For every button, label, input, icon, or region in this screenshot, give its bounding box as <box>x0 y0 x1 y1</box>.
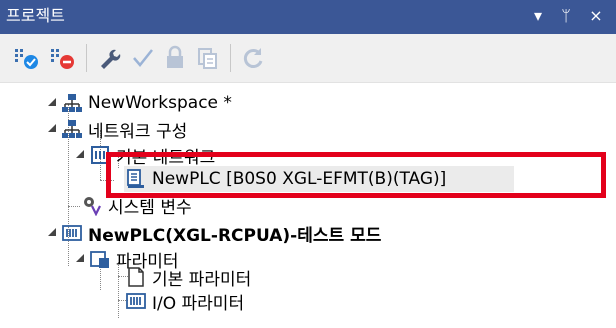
tree-item-label: 네트워크 구성 <box>88 121 188 142</box>
copy-icon[interactable] <box>190 42 224 74</box>
check-icon[interactable] <box>126 42 160 74</box>
collapse-icon[interactable] <box>46 122 58 134</box>
collapse-icon[interactable] <box>46 226 58 238</box>
tree-item-label: 시스템 변수 <box>108 197 192 218</box>
plc-module-icon <box>124 168 148 190</box>
tree-item-io-parameters[interactable]: I/O 파라미터 <box>124 288 244 314</box>
toolbar-separator <box>230 44 231 72</box>
pin-icon[interactable]: ᛘ <box>556 5 576 27</box>
chevron-down-icon[interactable]: ▾ <box>528 5 548 27</box>
tree-item-basic-network[interactable]: 기본 네트워크 <box>88 142 215 168</box>
tree-item-basic-parameters[interactable]: 기본 파라미터 <box>124 264 251 290</box>
tree-item-label: 기본 파라미터 <box>152 269 252 290</box>
tree-item-label: 기본 네트워크 <box>116 147 216 168</box>
close-icon[interactable]: × <box>586 5 606 27</box>
disconnect-icon[interactable] <box>46 42 80 74</box>
io-module-icon <box>124 290 148 312</box>
tree-item-label: NewPLC [B0S0 XGL-EFMT(B)(TAG)] <box>152 169 447 189</box>
network-icon <box>60 118 84 140</box>
tree-item-workspace[interactable]: NewWorkspace * <box>60 90 232 116</box>
project-tree: NewWorkspace * 네트워크 구성 기본 네트워크 NewPLC [B… <box>0 82 616 328</box>
collapse-icon[interactable] <box>74 252 86 264</box>
tree-guide <box>68 206 80 207</box>
wrench-icon[interactable] <box>92 42 126 74</box>
tree-item-system-variables[interactable]: 시스템 변수 <box>80 192 192 218</box>
toolbar-separator <box>86 44 87 72</box>
network-icon <box>60 92 84 114</box>
variables-icon <box>80 194 104 216</box>
collapse-icon[interactable] <box>46 96 58 108</box>
collapse-icon[interactable] <box>74 148 86 160</box>
tree-item-label: NewWorkspace * <box>88 93 232 113</box>
tree-guide <box>100 180 114 181</box>
refresh-icon[interactable] <box>236 42 270 74</box>
tree-item-label: I/O 파라미터 <box>152 293 245 314</box>
document-icon <box>124 266 148 288</box>
panel-titlebar: 프로젝트 ▾ ᛘ × <box>0 0 616 34</box>
connect-icon[interactable] <box>10 42 44 74</box>
parameter-folder-icon <box>88 248 112 270</box>
plc-rack-icon <box>60 222 84 244</box>
tree-item-label: NewPLC(XGL-RCPUA)-테스트 모드 <box>88 225 382 246</box>
tree-item-network-config[interactable]: 네트워크 구성 <box>60 116 187 142</box>
panel-title: 프로젝트 <box>6 6 65 25</box>
tree-item-newplc-entry[interactable]: NewPLC [B0S0 XGL-EFMT(B)(TAG)] <box>124 166 514 192</box>
network-module-icon <box>88 144 112 166</box>
lock-icon[interactable] <box>158 42 192 74</box>
tree-item-plc[interactable]: NewPLC(XGL-RCPUA)-테스트 모드 <box>60 220 381 246</box>
project-toolbar <box>0 34 616 83</box>
